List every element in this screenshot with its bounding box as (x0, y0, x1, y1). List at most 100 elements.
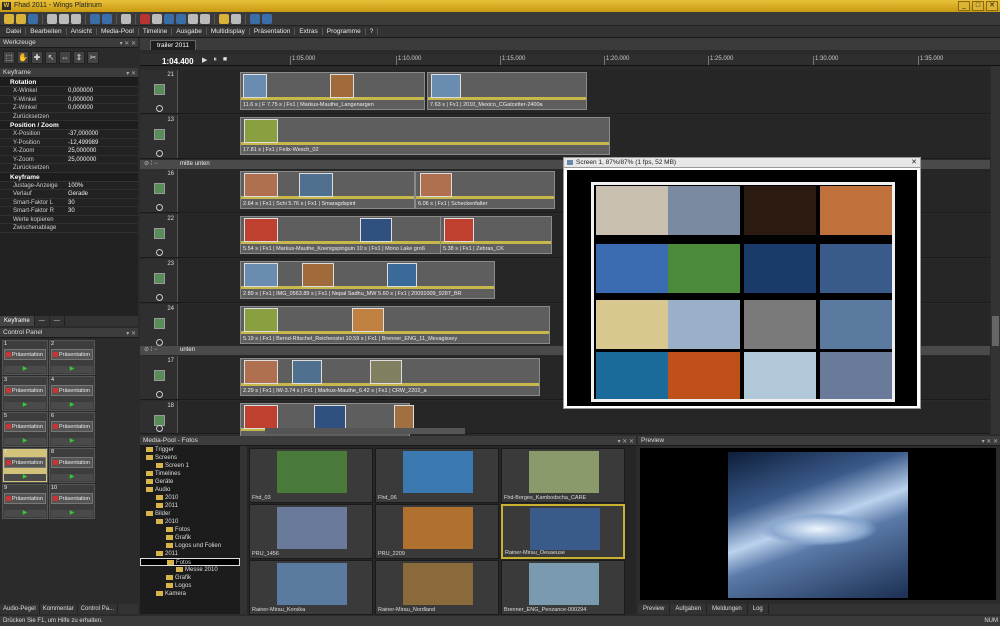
screen-photo[interactable] (596, 352, 668, 401)
timeline-clip[interactable]: 7.63 s | Fx1 | 2010_Mexico_CGatcetter-24… (427, 72, 587, 110)
screen-photo[interactable] (668, 186, 740, 235)
screen-photo[interactable] (820, 352, 892, 401)
timeline-clip[interactable]: 2.89 s | Fx1 | IMG_0563.89 s | Fx1 | Nep… (240, 261, 495, 299)
presentation-button[interactable]: Präsentation (51, 349, 93, 360)
tab-trailer[interactable]: trailer 2011 (150, 40, 197, 50)
property-value[interactable]: Gerade (68, 190, 138, 198)
presentation-button[interactable]: Präsentation (51, 457, 93, 468)
play-icon[interactable]: ▶ (4, 366, 46, 373)
keyframe-row[interactable]: Y-Zoom 25,000000 (0, 156, 138, 164)
timeline-vscrollbar[interactable] (991, 66, 1000, 434)
copy-icon[interactable] (59, 13, 69, 24)
tree-node[interactable]: Screens (140, 454, 240, 462)
media-icon[interactable] (152, 13, 162, 24)
tree-node[interactable]: Logos (140, 582, 240, 590)
stretch-v-tool-icon[interactable]: ⇕ (73, 51, 85, 64)
move-tool-icon[interactable]: ✚ (31, 51, 43, 64)
media-thumbnail[interactable]: Rainer-Mirau_Oesaeuse (501, 504, 625, 559)
screen-photo[interactable] (820, 186, 892, 235)
tree-node[interactable]: Screen 1 (140, 462, 240, 470)
tree-node[interactable]: Fotos (140, 558, 240, 566)
property-value[interactable] (68, 113, 138, 121)
screen-photo[interactable] (820, 300, 892, 349)
screen-photo[interactable] (596, 300, 668, 349)
open-folder-icon[interactable] (16, 13, 26, 24)
mute-icon[interactable] (156, 204, 163, 211)
menu-timeline[interactable]: Timeline (139, 28, 173, 35)
screen-photo[interactable] (668, 352, 740, 401)
control-cell[interactable]: 1 Präsentation ▶ (2, 340, 48, 375)
screen-photo[interactable] (744, 300, 816, 349)
play-icon[interactable]: ▶ (51, 438, 93, 445)
undo-icon[interactable] (90, 13, 100, 24)
tab-2[interactable]: — (35, 316, 50, 326)
help-icon[interactable] (250, 13, 260, 24)
presentation-button[interactable]: Präsentation (51, 385, 93, 396)
media-thumbnail[interactable]: Fhd-Borges_Kambodscha_CARE (501, 448, 625, 503)
multidisplay-icon[interactable] (176, 13, 186, 24)
tab-meldungen[interactable]: Meldungen (707, 604, 748, 614)
screen-photo[interactable] (596, 244, 668, 293)
media-thumbnail[interactable]: Rainer-Mirau_Nordland (375, 560, 499, 615)
tab-control-panel[interactable]: Control Pa... (78, 604, 119, 614)
presentation-button[interactable]: Präsentation (51, 421, 93, 432)
tab-log[interactable]: Log (748, 604, 769, 614)
redo-icon[interactable] (102, 13, 112, 24)
presentation-button[interactable]: Präsentation (4, 421, 46, 432)
media-thumbnail[interactable]: Fhd_06 (375, 448, 499, 503)
tab-aufgaben[interactable]: Aufgaben (670, 604, 708, 614)
presentation-button[interactable]: Präsentation (4, 457, 46, 468)
menu-programme[interactable]: Programme (323, 28, 366, 35)
play-icon[interactable]: ▶ (4, 510, 46, 517)
keyframe-group[interactable]: Rotation (0, 78, 138, 87)
play-icon[interactable]: ▶ (51, 402, 93, 409)
tab-keyframe[interactable]: Keyframe (0, 316, 35, 326)
keyframe-row[interactable]: Zwischenablage (0, 224, 138, 233)
property-value[interactable]: 30 (68, 199, 138, 207)
mute-icon[interactable] (156, 294, 163, 301)
menu-datei[interactable]: Datei (2, 28, 27, 35)
track-header[interactable]: 22 (140, 214, 178, 257)
property-value[interactable] (68, 164, 138, 172)
list-icon[interactable] (231, 13, 241, 24)
tab-3[interactable]: — (50, 316, 65, 326)
hand-tool-icon[interactable]: ✋ (17, 51, 29, 64)
presentation-button[interactable]: Präsentation (4, 493, 46, 504)
tree-node[interactable]: 2010 (140, 518, 240, 526)
play-icon[interactable]: ▶ (4, 474, 46, 481)
pause-icon[interactable]: ⏸ (213, 56, 217, 64)
record-icon[interactable] (140, 13, 150, 24)
keyframe-row[interactable]: Z-Winkel 0,000000 (0, 104, 138, 113)
info-icon[interactable] (262, 13, 272, 24)
play-icon[interactable]: ▶ (4, 438, 46, 445)
keyframe-row[interactable]: Justage-Anzeige 100% (0, 182, 138, 190)
property-value[interactable] (68, 216, 138, 224)
property-value[interactable]: 0,000000 (68, 87, 138, 95)
tree-node[interactable]: Grafik (140, 574, 240, 582)
tab-audio-pegel[interactable]: Audio-Pegel (0, 604, 40, 614)
property-value[interactable] (68, 224, 138, 232)
timeline-clip[interactable]: 2.29 s | Fx1 | IW-3.74 s | Fx1 | Markus-… (240, 358, 540, 396)
tree-node[interactable]: Trigger (140, 446, 240, 454)
timeline-hscrollbar[interactable] (265, 428, 465, 434)
stretch-h-tool-icon[interactable]: ⇔ (59, 51, 71, 64)
menu-praesentation[interactable]: Präsentation (250, 28, 296, 35)
control-cell[interactable]: 3 Präsentation ▶ (2, 376, 48, 411)
cut-icon[interactable] (47, 13, 57, 24)
keyframe-row[interactable]: X-Zoom 25,000000 (0, 147, 138, 156)
play-icon[interactable]: ▶ (51, 366, 93, 373)
control-cell[interactable]: 6 Präsentation ▶ (49, 412, 95, 447)
menu-ausgabe[interactable]: Ausgabe (172, 28, 207, 35)
tree-node[interactable]: 2010 (140, 494, 240, 502)
tree-node[interactable]: Bilder (140, 510, 240, 518)
property-value[interactable]: 30 (68, 207, 138, 215)
document-icon[interactable] (121, 13, 131, 24)
select-tool-icon[interactable]: ⬚ (3, 51, 15, 64)
screen-photo[interactable] (744, 244, 816, 293)
media-thumbnail[interactable]: PRU_1456 (249, 504, 373, 559)
screen-photo[interactable] (668, 244, 740, 293)
tree-node[interactable]: Geräte (140, 478, 240, 486)
menu-extras[interactable]: Extras (295, 28, 323, 35)
keyframe-row[interactable]: Y-Position -12,499989 (0, 139, 138, 147)
control-cell[interactable]: 2 Präsentation ▶ (49, 340, 95, 375)
